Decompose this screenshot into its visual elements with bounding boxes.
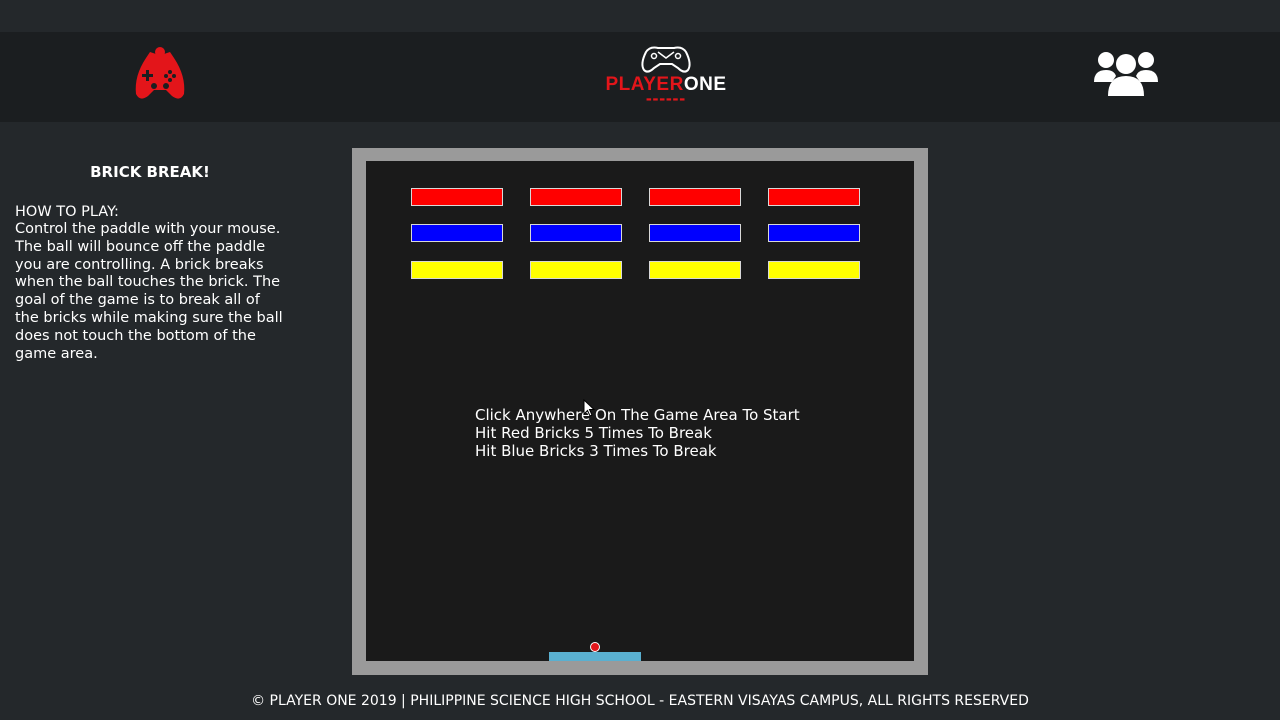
instruction-line-red: Hit Red Bricks 5 Times To Break: [475, 424, 712, 442]
game-frame: Click Anywhere On The Game Area To Start…: [352, 148, 928, 675]
logo-word-player: PLAYER: [605, 74, 684, 95]
instructions-sidebar: BRICK BREAK! HOW TO PLAY: Control the pa…: [15, 162, 285, 363]
logo-wordmark: PLAYERONE: [596, 74, 736, 96]
brick: [530, 188, 622, 206]
game-title: BRICK BREAK!: [90, 163, 210, 181]
brick: [411, 224, 503, 242]
footer-copyright: © PLAYER ONE 2019 | PHILIPPINE SCIENCE H…: [251, 693, 1029, 709]
brick: [649, 261, 741, 279]
how-to-play-label: HOW TO PLAY:: [15, 204, 119, 220]
brick: [411, 188, 503, 206]
mouse-cursor-icon: [583, 399, 596, 417]
brick: [530, 224, 622, 242]
top-strip: [0, 0, 1280, 32]
brick: [649, 188, 741, 206]
gamepad-controller-icon[interactable]: [128, 42, 192, 106]
brick: [411, 261, 503, 279]
instruction-line-start: Click Anywhere On The Game Area To Start: [475, 406, 800, 424]
start-instructions: Click Anywhere On The Game Area To Start…: [475, 406, 800, 460]
game-area[interactable]: Click Anywhere On The Game Area To Start…: [366, 161, 914, 661]
brick: [768, 188, 860, 206]
users-group-icon[interactable]: [1092, 48, 1160, 98]
logo-tagline: ▬▬▬▬▬▬: [645, 96, 686, 103]
how-to-play-text: Control the paddle with your mouse. The …: [15, 221, 283, 362]
instruction-line-blue: Hit Blue Bricks 3 Times To Break: [475, 442, 717, 460]
brick: [530, 261, 622, 279]
brick: [768, 224, 860, 242]
paddle[interactable]: [549, 652, 641, 661]
ball: [590, 642, 600, 652]
logo-word-one: ONE: [683, 74, 727, 95]
player-one-logo[interactable]: PLAYERONE ▬▬▬▬▬▬: [596, 44, 736, 118]
brick: [768, 261, 860, 279]
brick: [649, 224, 741, 242]
site-header: PLAYERONE ▬▬▬▬▬▬: [0, 32, 1280, 122]
game-controller-icon: [641, 46, 691, 73]
